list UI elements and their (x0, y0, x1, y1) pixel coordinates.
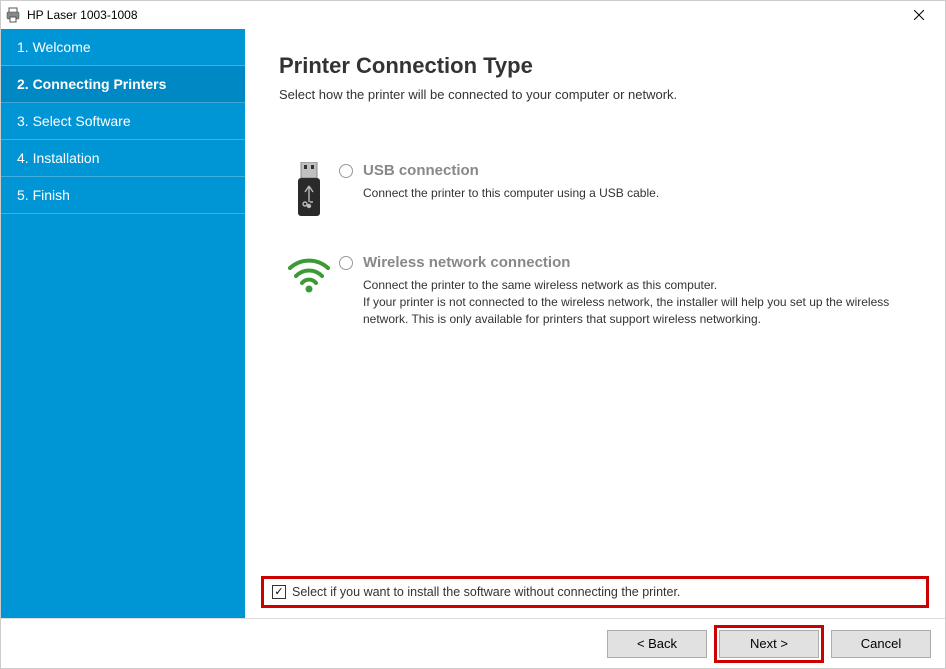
page-subtitle: Select how the printer will be connected… (279, 87, 911, 102)
radio-wireless[interactable] (339, 256, 353, 270)
back-button[interactable]: < Back (607, 630, 707, 658)
footer: < Back Next > Cancel (1, 618, 945, 668)
sidebar: 1. Welcome 2. Connecting Printers 3. Sel… (1, 29, 245, 618)
option-wireless: Wireless network connection Connect the … (279, 254, 911, 327)
window-title: HP Laser 1003-1008 (27, 8, 897, 22)
sidebar-item-finish[interactable]: 5. Finish (1, 177, 245, 214)
option-usb-desc: Connect the printer to this computer usi… (363, 185, 911, 202)
printer-icon (5, 7, 21, 23)
usb-icon (279, 162, 339, 218)
radio-wireless-row[interactable]: Wireless network connection (339, 254, 911, 271)
radio-usb-row[interactable]: USB connection (339, 162, 911, 179)
next-button[interactable]: Next > (719, 630, 819, 658)
option-wireless-label[interactable]: Wireless network connection (363, 254, 570, 271)
radio-usb[interactable] (339, 164, 353, 178)
install-without-connect-checkbox[interactable]: ✓ (272, 585, 286, 599)
option-wireless-desc: Connect the printer to the same wireless… (363, 277, 911, 327)
sidebar-item-connecting-printers[interactable]: 2. Connecting Printers (1, 66, 245, 103)
wifi-icon (279, 254, 339, 294)
option-usb: USB connection Connect the printer to th… (279, 162, 911, 218)
titlebar: HP Laser 1003-1008 (1, 1, 945, 29)
close-button[interactable] (897, 1, 941, 29)
option-usb-label[interactable]: USB connection (363, 162, 479, 179)
page-title: Printer Connection Type (279, 53, 911, 79)
sidebar-item-installation[interactable]: 4. Installation (1, 140, 245, 177)
installer-window: HP Laser 1003-1008 1. Welcome 2. Connect… (0, 0, 946, 669)
content-area: Printer Connection Type Select how the p… (245, 29, 945, 618)
install-without-connect-label[interactable]: Select if you want to install the softwa… (292, 585, 680, 599)
sidebar-item-select-software[interactable]: 3. Select Software (1, 103, 245, 140)
cancel-button[interactable]: Cancel (831, 630, 931, 658)
body: 1. Welcome 2. Connecting Printers 3. Sel… (1, 29, 945, 618)
install-without-connect-highlight: ✓ Select if you want to install the soft… (261, 576, 929, 608)
sidebar-item-welcome[interactable]: 1. Welcome (1, 29, 245, 66)
